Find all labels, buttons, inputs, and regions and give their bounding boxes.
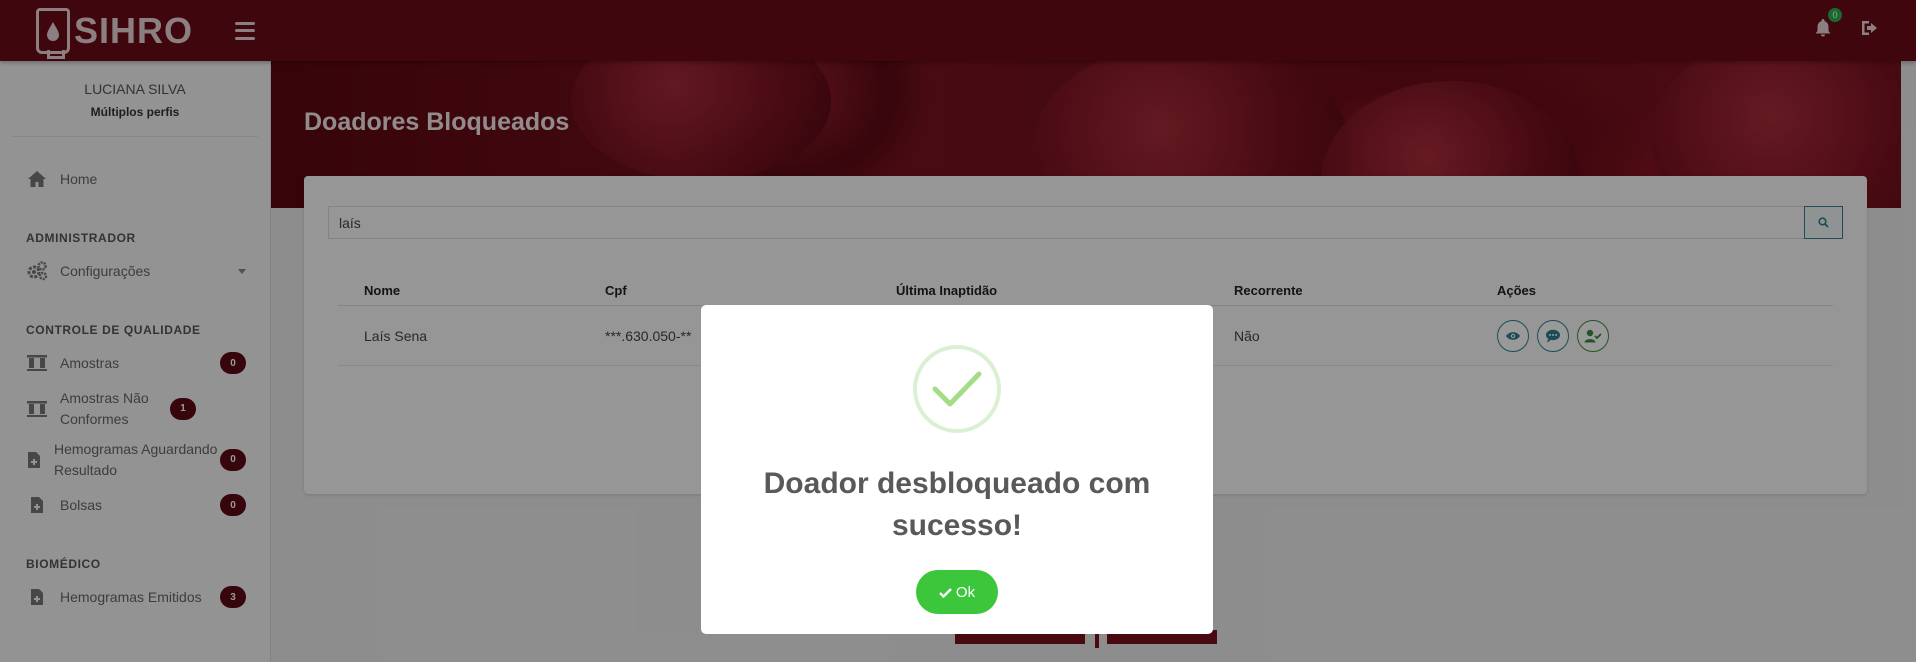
ok-button-label: Ok bbox=[955, 583, 976, 601]
success-dialog: Doador desbloqueado com sucesso! Ok bbox=[701, 305, 1213, 634]
check-icon bbox=[939, 587, 952, 598]
dialog-title: Doador desbloqueado com sucesso! bbox=[763, 467, 1151, 542]
ok-button[interactable]: Ok bbox=[916, 570, 998, 614]
success-check-icon bbox=[913, 345, 1001, 433]
